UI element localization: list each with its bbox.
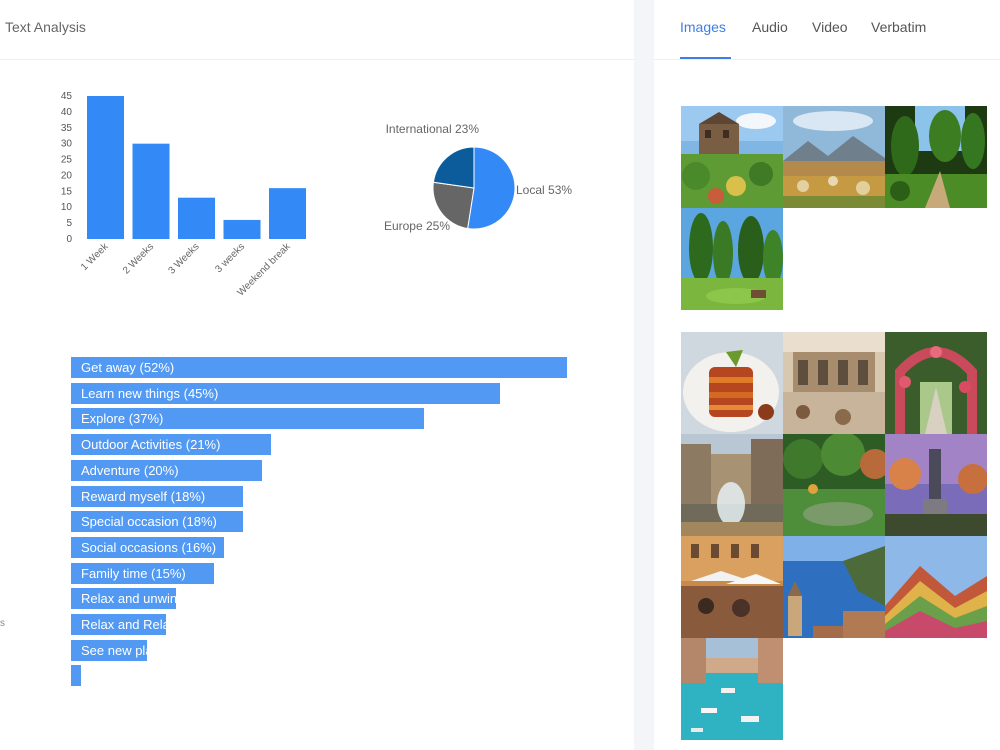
hbar: See new places (8%): [71, 639, 148, 661]
image-thumbnail-garden-lawn[interactable]: [681, 208, 783, 310]
pie-slice: [432, 146, 475, 189]
tab-video[interactable]: Video: [812, 19, 848, 35]
image-thumbnail-topiary-garden[interactable]: [885, 106, 987, 208]
bar: [223, 219, 261, 239]
pie-slice-label: Local 53%: [516, 183, 572, 197]
image-thumbnail-park-pond[interactable]: [783, 434, 885, 536]
bar: [269, 188, 306, 239]
image-thumbnail-monument-sunset[interactable]: [885, 434, 987, 536]
image-thumbnail-venice-canal[interactable]: [681, 638, 783, 740]
piazza-cafe-image: [681, 536, 783, 638]
y-tick-label: 45: [61, 91, 73, 102]
city-fountain-image: [681, 434, 783, 536]
bar: [87, 96, 124, 239]
tab-audio[interactable]: Audio: [752, 19, 788, 35]
image-thumbnail-rainbow-mountains[interactable]: [885, 536, 987, 638]
tab-images[interactable]: Images: [680, 19, 726, 35]
y-tick-label: 40: [61, 107, 73, 118]
monument-sunset-image: [885, 434, 987, 536]
image-thumbnail-mountain-town[interactable]: [783, 106, 885, 208]
lake-coast-image: [783, 536, 885, 638]
y-tick-label: 30: [61, 139, 73, 150]
hbar: Adventure (20%): [71, 459, 262, 481]
topiary-garden-image: [885, 106, 987, 208]
bar: [178, 197, 215, 239]
food-plate-image: [681, 332, 783, 434]
duration-bar-chart: 0 5 10 15 20 25 30 35 40 45 1 Week 2 Weeks 3 Weeks 3 …: [61, 91, 306, 299]
y-tick-label: 5: [66, 218, 72, 229]
image-thumbnail-castle-garden[interactable]: [681, 106, 783, 208]
x-tick-label: 1 Week: [79, 241, 111, 273]
panel-title: Text Analysis: [5, 19, 86, 35]
rainbow-mountains-image: [885, 536, 987, 638]
image-thumbnail-food-plate[interactable]: [681, 332, 783, 434]
y-tick-label: 35: [61, 123, 73, 134]
hbar: Get away (52%): [71, 357, 567, 378]
y-tick-label: 10: [61, 202, 73, 213]
hbar: Reward myself (18%): [71, 485, 243, 507]
x-tick-label: 2 Weeks: [121, 241, 156, 276]
street-cafe-image: [783, 332, 885, 434]
image-thumbnail-city-fountain[interactable]: [681, 434, 783, 536]
hbar: [71, 665, 81, 687]
active-tab-indicator: [680, 57, 731, 59]
y-tick-label: 15: [61, 186, 73, 197]
text-analysis-panel: Text Analysis 0 5 10 15 20 25 30 35 40 45 1 Week 2 …: [0, 0, 634, 750]
rose-arch-image: [885, 332, 987, 434]
image-thumbnail-lake-coast[interactable]: [783, 536, 885, 638]
castle-garden-image: [681, 106, 783, 208]
y-tick-label: 0: [66, 234, 72, 245]
hbar: Relax and unwind (11%): [71, 588, 176, 610]
hbar: Explore (37%): [71, 408, 424, 430]
y-tick-label: 20: [61, 170, 73, 181]
cropped-label: s: [0, 618, 5, 629]
hbar: Special occasion (18%): [71, 511, 243, 533]
hbar: Outdoor Activities (21%): [71, 434, 272, 456]
park-pond-image: [783, 434, 885, 536]
mountain-town-image: [783, 106, 885, 208]
media-tabs: Images Audio Video Verbatim: [654, 0, 1000, 60]
pie-slice-label: International 23%: [386, 122, 480, 136]
x-tick-label: 3 weeks: [213, 241, 247, 275]
garden-lawn-image: [681, 208, 783, 310]
tab-verbatim[interactable]: Verbatim: [871, 19, 926, 35]
media-panel: Images Audio Video Verbatim: [654, 0, 1000, 750]
hbar: Family time (15%): [71, 562, 215, 584]
hbar: Social occasions (16%): [71, 536, 224, 558]
origin-pie-chart: Local 53% Europe 25% International 23%: [384, 122, 572, 233]
pie-slice: [467, 146, 516, 230]
image-thumbnail-rose-arch[interactable]: [885, 332, 987, 434]
hbar: Relax and Relax and (10%): [71, 614, 167, 635]
pie-slice-label: Europe 25%: [384, 219, 450, 233]
bar: [132, 143, 170, 239]
image-thumbnail-piazza-cafe[interactable]: [681, 536, 783, 638]
y-tick-label: 25: [61, 155, 73, 166]
x-tick-label: 3 Weeks: [166, 241, 201, 276]
venice-canal-image: [681, 638, 783, 740]
panel-divider: [634, 0, 654, 750]
hbar: Learn new things (45%): [71, 382, 501, 404]
panel-header: Text Analysis: [0, 0, 634, 60]
image-thumbnail-street-cafe[interactable]: [783, 332, 885, 434]
